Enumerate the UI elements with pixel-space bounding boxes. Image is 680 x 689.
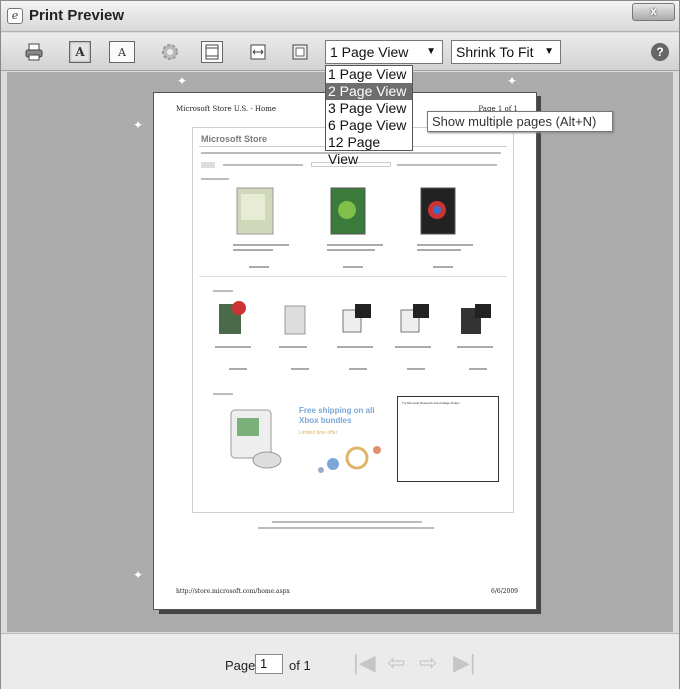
product-caption: [417, 244, 473, 246]
webpage-thumbnail: Microsoft Store Free shipping on all Xbo…: [192, 127, 514, 513]
help-icon[interactable]: ?: [651, 43, 669, 61]
full-width-icon: [250, 44, 266, 60]
section-heading: [201, 178, 229, 180]
cart-block: [201, 162, 215, 168]
product-caption: [215, 346, 251, 348]
page-label: Page: [225, 658, 256, 673]
product-caption: [337, 346, 373, 348]
shrink-value: Shrink To Fit: [456, 44, 534, 60]
section-heading: [213, 393, 233, 395]
product-caption: [457, 346, 493, 348]
xbox-bundle-image: [342, 304, 371, 333]
print-preview-window: e Print Preview x A A 1 Page View ▼ Shri…: [0, 0, 680, 689]
title-bar: e Print Preview x: [1, 1, 679, 32]
status-bar: Page 1 of 1 |◀ ⇦ ⇨ ▶|: [1, 633, 679, 689]
previous-page-icon[interactable]: ⇦: [387, 650, 405, 676]
divider: [199, 276, 507, 277]
page-header-left: Microsoft Store U.S. - Home: [176, 105, 277, 113]
close-button[interactable]: x: [632, 3, 675, 21]
windows-box-image: [330, 187, 366, 235]
product-caption: [233, 244, 289, 246]
page-footer-links: [258, 527, 434, 529]
decorative-circles: [318, 446, 381, 473]
ad-title: Free shipping on all Xbox bundles: [299, 406, 375, 425]
first-page-icon[interactable]: |◀: [353, 650, 376, 676]
full-page-button[interactable]: [289, 41, 311, 63]
page-view-value: 1 Page View: [330, 44, 409, 60]
ie-icon: e: [7, 8, 23, 24]
shrink-to-fit-select[interactable]: Shrink To Fit ▼: [451, 40, 561, 64]
full-width-button[interactable]: [247, 41, 269, 63]
full-page-icon: [292, 44, 308, 60]
product-price: [291, 368, 309, 370]
last-page-icon[interactable]: ▶|: [453, 650, 476, 676]
product-price: [433, 266, 453, 268]
right-margin-handle[interactable]: ✦: [507, 74, 517, 88]
page-view-select[interactable]: 1 Page View ▼: [325, 40, 443, 64]
product-price: [229, 368, 247, 370]
page-view-menu: 1 Page View 2 Page View 3 Page View 6 Pa…: [325, 65, 413, 167]
page-number-input[interactable]: 1: [255, 654, 283, 674]
headers-footers-button[interactable]: [201, 41, 223, 63]
xbox-bundle-image: [461, 304, 491, 334]
site-logo: Microsoft Store: [201, 134, 268, 144]
section-heading: [213, 290, 233, 292]
side-ad-box: Try Microsoft Research AutoCollage Today…: [397, 396, 499, 482]
product-caption: [327, 244, 383, 246]
landscape-button[interactable]: A: [109, 41, 135, 63]
product-price: [349, 368, 367, 370]
xbox-bundle-image: [400, 304, 429, 333]
portrait-button[interactable]: A: [69, 41, 91, 63]
menu-item-12-page-view[interactable]: 12 Page View: [326, 134, 412, 167]
menu-item-2-page-view[interactable]: 2 Page View: [326, 83, 412, 100]
menu-item-6-page-view[interactable]: 6 Page View: [326, 117, 412, 134]
next-page-icon[interactable]: ⇨: [419, 650, 437, 676]
nav-sublinks: [223, 164, 303, 166]
gear-icon: [162, 44, 178, 60]
printed-page: Microsoft Store U.S. - Home Page 1 of 1 …: [153, 92, 537, 610]
page-setup-button[interactable]: [159, 41, 181, 63]
product-price: [407, 368, 425, 370]
page-count-label: of 1: [289, 658, 311, 673]
print-button[interactable]: [23, 41, 45, 63]
product-caption: [327, 249, 375, 251]
product-price: [343, 266, 363, 268]
page-footer-right: 6/6/2009: [491, 588, 518, 595]
menu-item-3-page-view[interactable]: 3 Page View: [326, 100, 412, 117]
nav-sublinks-right: [397, 164, 497, 166]
header-footer-icon: [205, 44, 219, 60]
windows-ultimate-box-image: [420, 187, 456, 235]
window-title: Print Preview: [29, 7, 125, 24]
side-box-text: Try Microsoft Research AutoCollage Today…: [402, 401, 460, 405]
top-margin-handle[interactable]: ✦: [133, 118, 143, 132]
left-margin-handle[interactable]: ✦: [177, 74, 187, 88]
landscape-orientation-icon: A: [118, 46, 126, 59]
product-price: [469, 368, 487, 370]
chevron-down-icon: ▼: [544, 46, 554, 57]
product-price: [249, 266, 269, 268]
xbox-console-image: [230, 409, 282, 469]
bottom-margin-handle[interactable]: ✦: [133, 568, 143, 582]
tooltip: Show multiple pages (Alt+N): [427, 111, 613, 132]
menu-item-1-page-view[interactable]: 1 Page View: [326, 66, 412, 83]
product-caption: [233, 249, 273, 251]
office-box-image: [236, 187, 274, 235]
game-box-image: [219, 301, 246, 334]
product-caption: [279, 346, 307, 348]
chevron-down-icon: ▼: [426, 46, 436, 57]
page-footer-links: [272, 521, 422, 523]
portrait-orientation-icon: A: [75, 45, 85, 59]
page-footer-left: http://store.microsoft.com/home.aspx: [176, 588, 290, 595]
mouse-box-image: [284, 305, 306, 335]
printer-icon: [25, 43, 43, 61]
product-caption: [395, 346, 431, 348]
product-caption: [417, 249, 461, 251]
